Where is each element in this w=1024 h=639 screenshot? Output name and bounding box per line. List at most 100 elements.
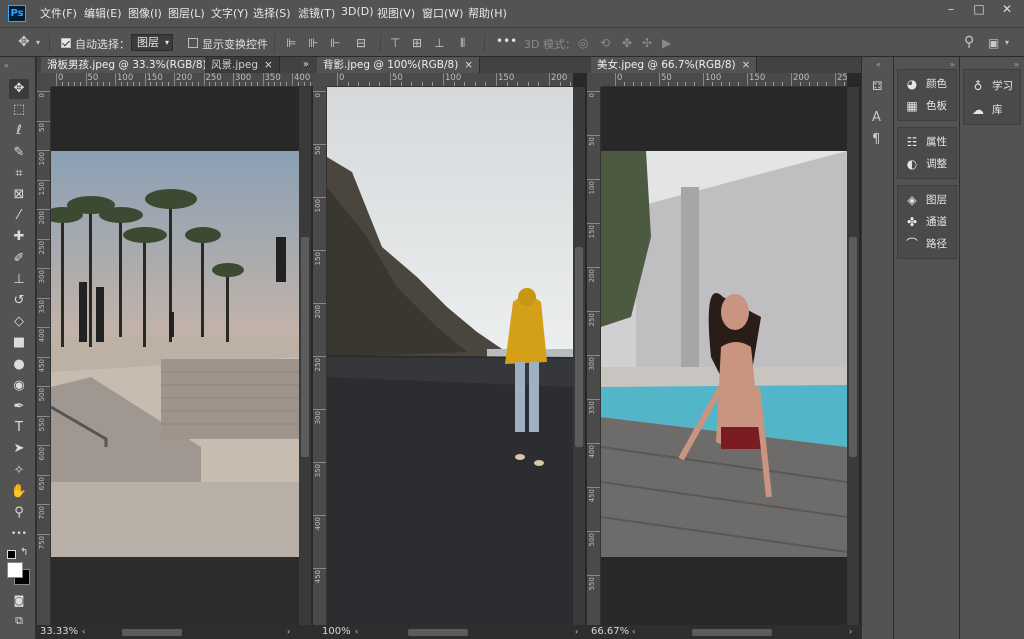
menu-item-5[interactable]: 选择(S) [253, 5, 291, 21]
collapse-icon[interactable]: » [4, 61, 9, 70]
default-colors-icon[interactable] [7, 550, 16, 559]
path-select-tool-icon[interactable]: ➤ [9, 439, 29, 459]
collapse-icon[interactable]: » [1014, 60, 1019, 69]
chevron-left-icon[interactable]: ‹ [355, 625, 358, 639]
workspace-icon[interactable]: ▣ [988, 36, 999, 50]
marquee-tool-icon[interactable]: ⬚ [9, 100, 29, 120]
search-icon[interactable]: ⚲ [964, 35, 974, 49]
show-transform-checkbox[interactable] [188, 38, 198, 48]
vertical-scrollbar[interactable] [573, 87, 585, 625]
align-right-icon[interactable]: ⊩ [330, 36, 340, 50]
chevron-left-icon[interactable]: ‹ [632, 625, 635, 639]
menu-item-4[interactable]: 文字(Y) [211, 5, 248, 21]
chevron-left-icon[interactable]: ‹ [82, 625, 85, 639]
history-brush-tool-icon[interactable]: ↺ [9, 291, 29, 311]
align-vcenter-icon[interactable]: ⊞ [412, 36, 422, 50]
horizontal-scrollbar[interactable] [122, 629, 182, 636]
lasso-tool-icon[interactable]: ℓ [9, 121, 29, 141]
panel-layers[interactable]: ◈ 图层 [904, 192, 947, 207]
tab-overflow-icon[interactable]: » [303, 57, 309, 73]
healing-tool-icon[interactable]: ✚ [9, 227, 29, 247]
horizontal-scrollbar[interactable] [408, 629, 468, 636]
zoom-tool-icon[interactable]: ⚲ [9, 503, 29, 523]
menu-item-8[interactable]: 视图(V) [377, 5, 415, 21]
more-options-icon[interactable]: ••• [496, 34, 517, 48]
swap-colors-icon[interactable]: ↰ [20, 547, 28, 558]
panel-paths[interactable]: ⌒ 路径 [904, 236, 947, 251]
eyedropper-tool-icon[interactable]: ⁄ [9, 206, 29, 226]
document-tab[interactable]: 背影.jpeg @ 100%(RGB/8) × [317, 57, 481, 73]
move-tool-icon[interactable]: ✥ [18, 35, 30, 49]
chevron-down-icon[interactable]: ▾ [36, 36, 40, 50]
panel-channels[interactable]: ✤ 通道 [904, 214, 947, 229]
hand-tool-icon[interactable]: ✋ [9, 482, 29, 502]
align-bottom-icon[interactable]: ⊥ [434, 36, 444, 50]
collapse-icon[interactable]: « [876, 60, 881, 69]
chevron-right-icon[interactable]: › [849, 625, 852, 639]
menu-item-0[interactable]: 文件(F) [40, 5, 77, 21]
panel-color[interactable]: ◕ 颜色 [904, 76, 947, 91]
brush-tool-icon[interactable]: ✐ [9, 249, 29, 269]
distribute-icon[interactable]: ⊟ [356, 36, 366, 50]
zoom-level[interactable]: 66.67% [591, 625, 629, 639]
close-icon[interactable]: × [464, 59, 473, 71]
crop-tool-icon[interactable]: ⌗ [9, 164, 29, 184]
chevron-right-icon[interactable]: › [575, 625, 578, 639]
vertical-scrollbar[interactable] [847, 87, 859, 625]
gradient-tool-icon[interactable]: ■ [9, 333, 29, 353]
collapse-icon[interactable]: » [950, 60, 955, 69]
foreground-color[interactable] [7, 562, 23, 578]
panel-swatches[interactable]: ▦ 色板 [904, 98, 947, 113]
pen-tool-icon[interactable]: ✒ [9, 397, 29, 417]
panel-adjustments[interactable]: ◐ 调整 [904, 156, 947, 171]
character-icon[interactable]: A [872, 111, 881, 125]
screen-mode-icon[interactable]: ⧉ [9, 611, 29, 631]
history-icon[interactable]: ⚃ [872, 79, 882, 93]
vertical-scrollbar[interactable] [299, 87, 311, 625]
maximize-icon[interactable]: □ [966, 0, 992, 18]
stamp-tool-icon[interactable]: ⊥ [9, 270, 29, 290]
menu-item-1[interactable]: 编辑(E) [84, 5, 122, 21]
menu-item-6[interactable]: 滤镜(T) [298, 5, 335, 21]
zoom-level[interactable]: 100% [322, 625, 351, 639]
menu-item-10[interactable]: 帮助(H) [468, 5, 507, 21]
align-left-icon[interactable]: ⊫ [286, 36, 296, 50]
panel-libraries[interactable]: ☁ 库 [970, 102, 1003, 117]
chevron-right-icon[interactable]: › [287, 625, 290, 639]
dodge-tool-icon[interactable]: ◉ [9, 376, 29, 396]
canvas-area[interactable] [51, 87, 299, 625]
document-tab[interactable]: 风景.jpeg × [205, 57, 280, 73]
close-icon[interactable]: × [264, 59, 273, 71]
align-hcenter-icon[interactable]: ⊪ [308, 36, 318, 50]
quick-select-tool-icon[interactable]: ✎ [9, 143, 29, 163]
menu-item-3[interactable]: 图层(L) [168, 5, 205, 21]
quick-mask-icon[interactable]: ◙ [9, 591, 29, 611]
zoom-level[interactable]: 33.33% [40, 625, 78, 639]
horizontal-scrollbar[interactable] [692, 629, 772, 636]
canvas-area[interactable] [601, 87, 847, 625]
chevron-down-icon[interactable]: ▾ [1005, 36, 1009, 50]
panel-learn[interactable]: ♁ 学习 [970, 78, 1013, 93]
distribute-vertical-icon[interactable]: ⦀ [460, 36, 465, 50]
menu-item-2[interactable]: 图像(I) [128, 5, 162, 21]
menu-item-7[interactable]: 3D(D) [341, 5, 374, 18]
frame-tool-icon[interactable]: ⊠ [9, 185, 29, 205]
minimize-icon[interactable]: – [938, 0, 964, 18]
close-icon[interactable]: ✕ [994, 0, 1020, 18]
auto-select-checkbox[interactable] [61, 38, 71, 48]
more-tools-icon[interactable]: ••• [9, 524, 29, 544]
shape-tool-icon[interactable]: ✧ [9, 461, 29, 481]
paragraph-icon[interactable]: ¶ [872, 133, 880, 147]
document-tab[interactable]: 滑板男孩.jpeg @ 33.3%(RGB/8)× [41, 57, 229, 73]
panel-properties[interactable]: ☷ 属性 [904, 134, 947, 149]
blur-tool-icon[interactable]: ● [9, 355, 29, 375]
type-tool-icon[interactable]: T [9, 418, 29, 438]
eraser-tool-icon[interactable]: ◇ [9, 312, 29, 332]
align-top-icon[interactable]: ⊤ [390, 36, 400, 50]
menu-item-9[interactable]: 窗口(W) [422, 5, 463, 21]
canvas-area[interactable] [327, 87, 573, 625]
move-tool-icon[interactable]: ✥ [9, 79, 29, 99]
auto-select-target-dropdown[interactable]: 图层 ▾ [131, 34, 173, 51]
close-icon[interactable]: × [742, 59, 751, 71]
document-tab[interactable]: 美女.jpeg @ 66.7%(RGB/8) × [591, 57, 758, 73]
